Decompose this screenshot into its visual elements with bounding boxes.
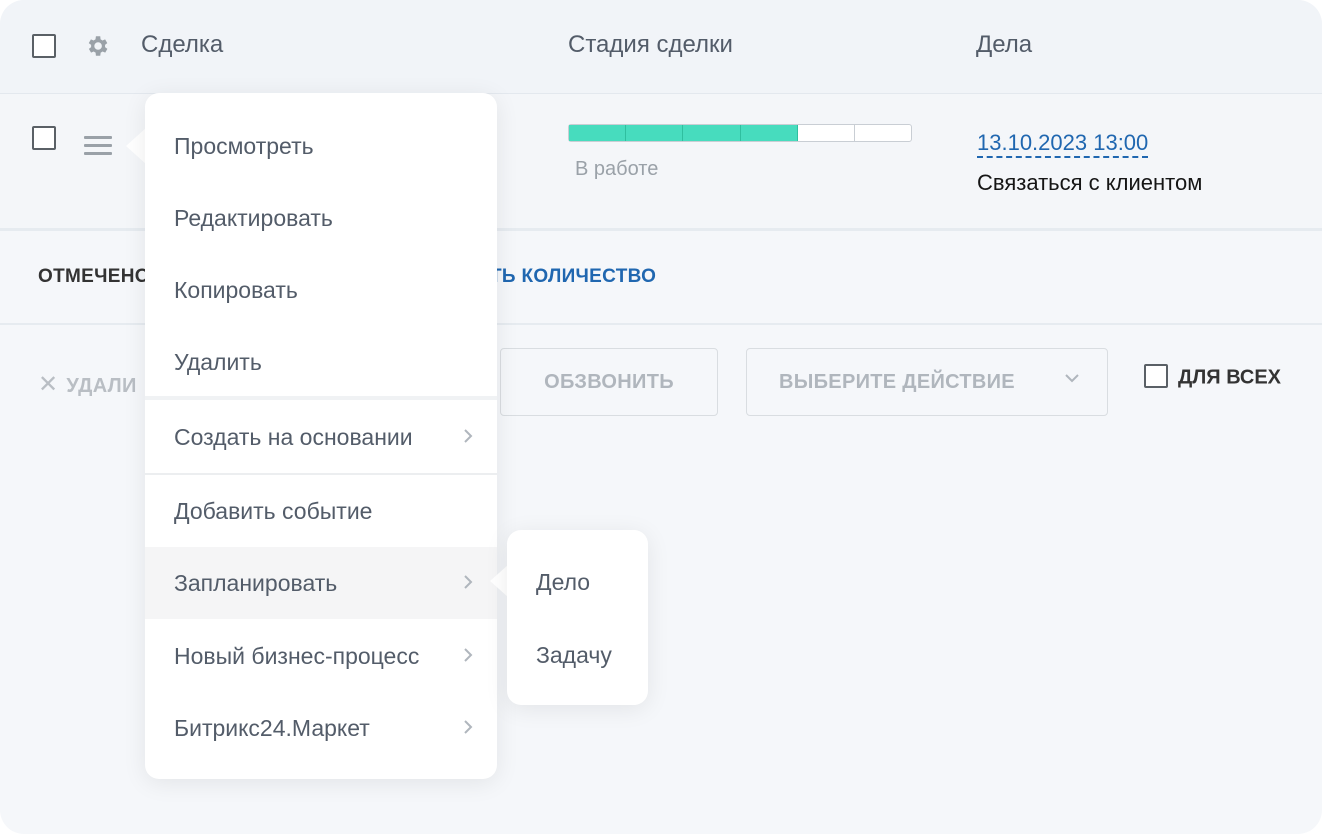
- menu-divider: [145, 396, 497, 400]
- menu-item-delete[interactable]: Удалить: [145, 326, 497, 398]
- show-count-link[interactable]: ТЬ КОЛИЧЕСТВО: [490, 266, 656, 288]
- menu-item-copy[interactable]: Копировать: [145, 254, 497, 326]
- gear-icon[interactable]: [84, 33, 110, 59]
- menu-item-business-process[interactable]: Новый бизнес-процесс: [145, 620, 497, 692]
- chevron-right-icon: [464, 648, 473, 662]
- menu-pointer: [126, 128, 146, 164]
- submenu-item-activity[interactable]: Дело: [536, 569, 590, 596]
- menu-icon[interactable]: [84, 136, 112, 156]
- menu-item-add-event[interactable]: Добавить событие: [145, 475, 497, 547]
- menu-item-view[interactable]: Просмотреть: [145, 110, 497, 182]
- for-all-option[interactable]: ДЛЯ ВСЕХ: [1144, 364, 1282, 390]
- chevron-down-icon: [1065, 374, 1079, 383]
- chevron-right-icon: [464, 429, 473, 443]
- column-tasks[interactable]: Дела: [976, 30, 1032, 60]
- submenu-item-task[interactable]: Задачу: [536, 642, 612, 669]
- context-menu: Просмотреть Редактировать Копировать Уда…: [145, 93, 497, 779]
- task-date-link[interactable]: 13.10.2023 13:00: [977, 130, 1149, 158]
- select-action-dropdown[interactable]: ВЫБЕРИТЕ ДЕЙСТВИЕ: [746, 348, 1108, 416]
- row-checkbox[interactable]: [32, 126, 56, 150]
- select-action-label: ВЫБЕРИТЕ ДЕЙСТВИЕ: [779, 370, 1015, 393]
- menu-item-create-based-on[interactable]: Создать на основании: [145, 401, 497, 473]
- schedule-submenu: Дело Задачу: [507, 530, 648, 705]
- for-all-label: ДЛЯ ВСЕХ: [1178, 366, 1282, 389]
- menu-item-schedule[interactable]: Запланировать: [145, 547, 497, 619]
- delete-button[interactable]: ✕ УДАЛИ: [38, 370, 137, 399]
- for-all-checkbox[interactable]: [1144, 364, 1168, 388]
- column-stage[interactable]: Стадия сделки: [568, 30, 733, 60]
- menu-item-edit[interactable]: Редактировать: [145, 182, 497, 254]
- stage-label: В работе: [575, 158, 659, 180]
- select-all-checkbox[interactable]: [32, 34, 56, 58]
- chevron-right-icon: [464, 575, 473, 589]
- column-deal[interactable]: Сделка: [141, 30, 223, 60]
- call-button[interactable]: ОБЗВОНИТЬ: [500, 348, 718, 416]
- table-header: Сделка Стадия сделки Дела: [0, 0, 1322, 94]
- stage-progress-bar[interactable]: [568, 124, 912, 142]
- menu-item-market[interactable]: Битрикс24.Маркет: [145, 692, 497, 764]
- chevron-right-icon: [464, 720, 473, 734]
- submenu-pointer: [490, 565, 508, 597]
- selected-label: ОТМЕЧЕНО: [38, 266, 150, 287]
- task-title: Связаться с клиентом: [977, 170, 1203, 195]
- close-icon: ✕: [38, 371, 59, 398]
